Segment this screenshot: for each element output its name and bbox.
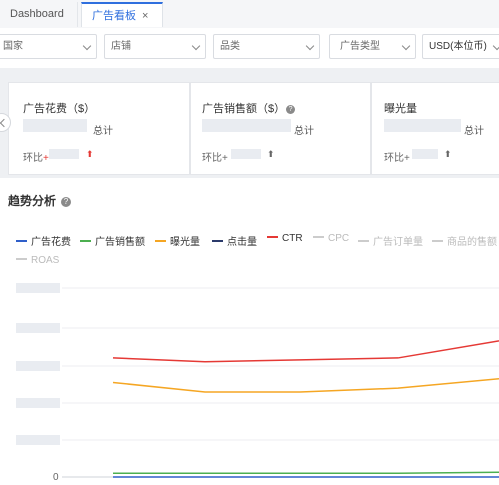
value-placeholder [23,119,87,132]
y-tick-placeholder [16,323,60,333]
series-line [112,340,499,363]
kpi-title-text: 广告销售额（$） [202,103,286,115]
category-select[interactable]: 品类 [213,34,320,59]
value-placeholder [202,119,291,132]
y-axis-ticks [16,283,60,445]
kpi-total-label: 总计 [464,126,484,137]
help-icon[interactable]: ? [286,105,296,114]
trend-panel: 趋势分析? 广告花费 广告销售额 曝光量 点击量 CTR CPC 广告订单量 商… [0,178,499,485]
series-line [113,471,499,474]
kpi-card-impressions: 曝光量 总计 环比+ ⬆ [371,82,499,175]
kpi-total-label: 总计 [294,126,314,137]
kpi-card-ad-spend: 广告花费（$） 总计 环比+ ⬆ [8,82,190,175]
kpi-section: 广告花费（$） 总计 环比+ ⬆ 广告销售额（$）? 总计 环比+ ⬆ 曝光量 … [0,75,499,175]
y-tick-placeholder [16,361,60,371]
kpi-title: 广告花费（$） [23,103,96,115]
kpi-mom-label: 环比+ [202,153,228,164]
series-line [112,377,499,393]
kpi-mom-sign: + [43,153,49,164]
y-tick-placeholder [16,283,60,293]
kpi-mom-label: 环比+ [23,149,49,164]
tab-dashboard[interactable]: Dashboard [0,2,78,27]
tab-ad-board-label: 广告看板 [92,10,136,22]
currency-select[interactable]: USD(本位币) [422,34,499,59]
filter-bar: 国家 店铺 品类 广告类型 USD(本位币) [0,28,499,68]
country-select-value: 国家 [3,41,23,52]
chevron-down-icon [191,41,201,51]
y-tick-label-zero: 0 [53,472,59,483]
value-placeholder [384,119,461,132]
tab-bar: Dashboard 广告看板 × [0,0,499,29]
kpi-title: 广告销售额（$）? [202,100,296,116]
chevron-down-icon [82,41,92,51]
mom-placeholder [412,149,438,159]
y-tick-placeholder [16,398,60,408]
arrow-up-icon: ⬆ [267,149,275,159]
kpi-total-label: 总计 [93,126,113,137]
kpi-mom-label: 环比+ [384,153,410,164]
ad-type-select[interactable]: 广告类型 [329,34,416,59]
chevron-down-icon [401,41,411,51]
chart-grid [62,287,499,478]
trend-chart: 0 [16,283,499,483]
mom-placeholder [231,149,261,159]
close-icon[interactable]: × [142,10,148,22]
tab-dashboard-label: Dashboard [10,8,64,20]
category-select-value: 品类 [220,41,240,52]
mom-placeholder [49,149,79,159]
arrow-up-icon: ⬆ [444,149,452,159]
shop-select-value: 店铺 [111,41,131,52]
chevron-left-icon [0,118,9,128]
kpi-mom-text: 环比 [23,153,43,164]
arrow-up-icon: ⬆ [86,149,94,159]
shop-select[interactable]: 店铺 [104,34,206,59]
chevron-down-icon [492,41,499,51]
tab-ad-board[interactable]: 广告看板 × [81,2,163,27]
kpi-card-ad-sales: 广告销售额（$）? 总计 环比+ ⬆ [190,82,371,175]
y-tick-placeholder [16,435,60,445]
country-select[interactable]: 国家 [0,34,97,59]
chevron-down-icon [305,41,315,51]
chart-series [112,340,499,478]
ad-type-select-value: 广告类型 [340,41,380,52]
currency-select-value: USD(本位币) [429,41,487,52]
kpi-title: 曝光量 [384,103,417,115]
